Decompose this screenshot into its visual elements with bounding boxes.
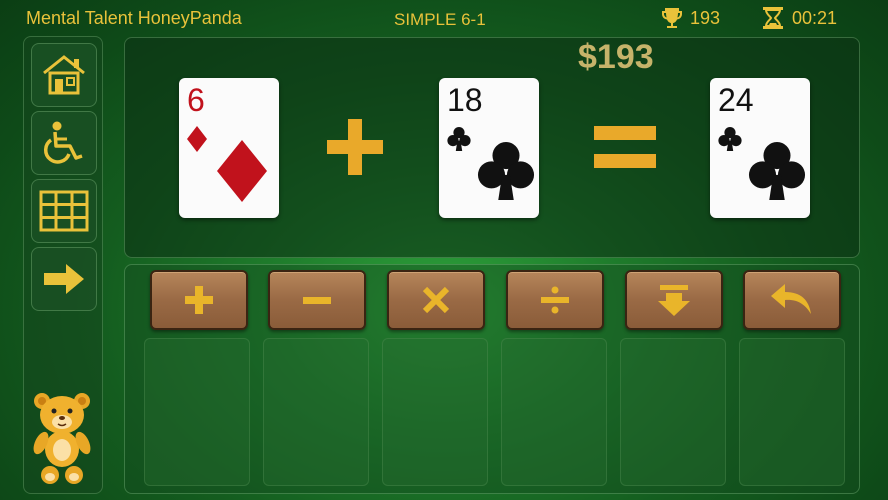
grid-button[interactable]: [31, 179, 97, 243]
timer-value: 00:21: [792, 7, 838, 28]
app-title: Mental Talent HoneyPanda: [26, 8, 242, 28]
undo-icon: [771, 284, 811, 314]
card-eighteen-clubs[interactable]: 18: [439, 78, 539, 218]
multiply-button[interactable]: [387, 270, 485, 330]
divide-icon: [541, 286, 569, 314]
score-value: 193: [690, 7, 721, 28]
club-icon: [748, 142, 806, 200]
card-slot[interactable]: [739, 338, 845, 486]
arrow-right-icon: [44, 264, 84, 294]
subtract-button[interactable]: [268, 270, 366, 330]
timer-display: 00:21: [762, 6, 837, 30]
accessibility-button[interactable]: [31, 111, 97, 175]
grid-icon: [39, 190, 89, 232]
home-button[interactable]: [31, 43, 97, 107]
card-rank: 18: [447, 82, 483, 118]
score-display: 193: [660, 6, 720, 30]
diamond-icon: [217, 140, 267, 202]
card-rank: 6: [187, 82, 205, 118]
card-slot[interactable]: [144, 338, 250, 486]
card-result-clubs[interactable]: 24: [710, 78, 810, 218]
card-slot[interactable]: [501, 338, 607, 486]
undo-button[interactable]: [743, 270, 841, 330]
drop-button[interactable]: [625, 270, 723, 330]
money-display: $193: [578, 38, 654, 76]
card-slot[interactable]: [382, 338, 488, 486]
next-button[interactable]: [31, 247, 97, 311]
times-icon: [422, 286, 450, 314]
equals-sign-icon: [594, 126, 656, 168]
club-icon: [718, 127, 742, 151]
minus-icon: [303, 297, 331, 304]
add-button[interactable]: [150, 270, 248, 330]
plus-sign-icon: [327, 119, 383, 175]
diamond-icon: [187, 126, 207, 152]
club-icon: [447, 127, 471, 151]
wheelchair-icon: [43, 121, 83, 164]
bear-mascot: [28, 389, 96, 492]
plus-icon: [185, 286, 213, 314]
home-icon: [43, 55, 85, 95]
hourglass-icon: [763, 7, 783, 29]
level-label: SIMPLE 6-1: [394, 10, 486, 29]
divide-button[interactable]: [506, 270, 604, 330]
card-six-diamonds[interactable]: 6: [179, 78, 279, 218]
down-arrow-icon: [658, 285, 690, 316]
card-slot[interactable]: [620, 338, 726, 486]
card-slot[interactable]: [263, 338, 369, 486]
trophy-icon: [662, 8, 682, 28]
bear-icon: [33, 393, 91, 484]
sidebar: [23, 36, 103, 494]
club-icon: [477, 142, 535, 200]
card-rank: 24: [718, 82, 754, 118]
top-bar: Mental Talent HoneyPanda SIMPLE 6-1 193 …: [0, 0, 888, 36]
